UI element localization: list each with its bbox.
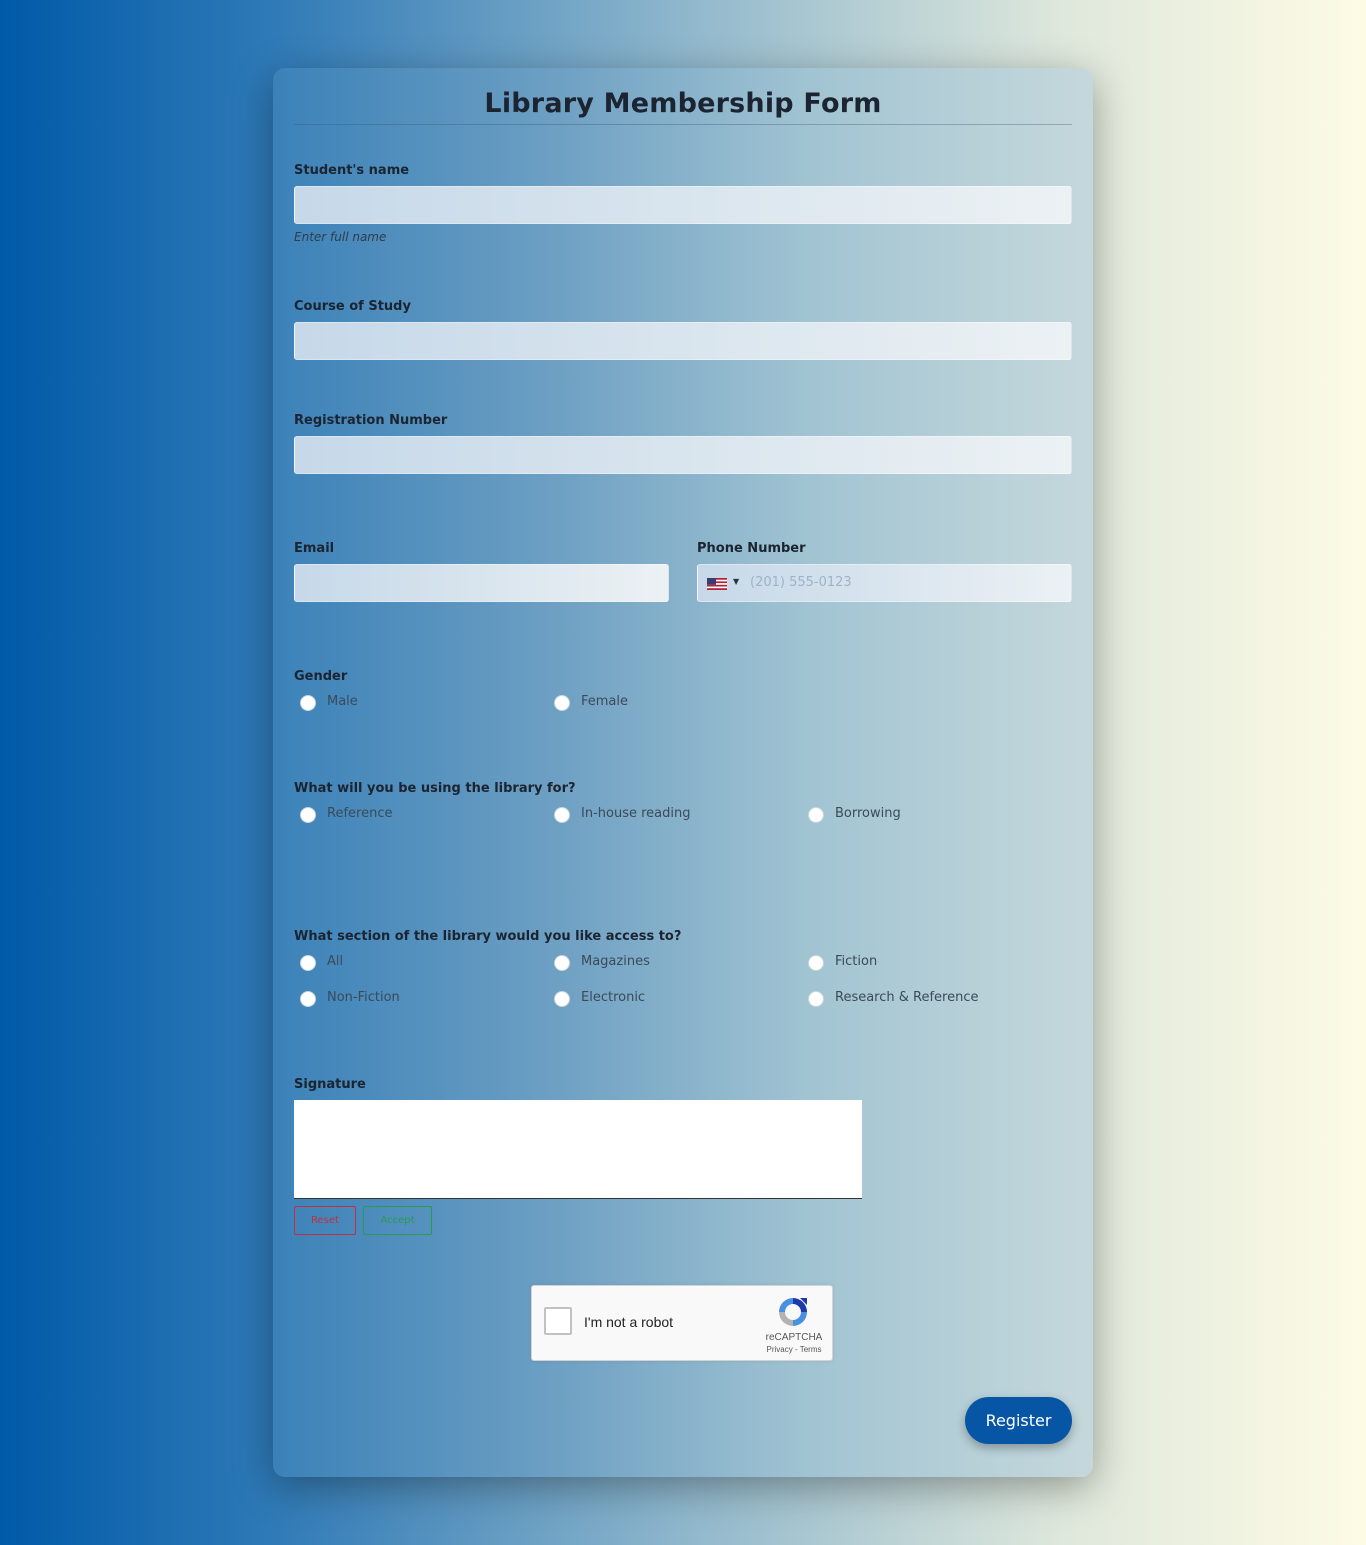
title-divider: [294, 124, 1072, 125]
phone-label: Phone Number: [697, 541, 806, 556]
us-flag-icon[interactable]: [707, 578, 727, 590]
recaptcha-checkbox[interactable]: [544, 1307, 572, 1335]
recaptcha-privacy-link[interactable]: Privacy: [767, 1345, 793, 1354]
usage-borrowing-label: Borrowing: [835, 806, 901, 821]
section-fiction-radio[interactable]: [808, 955, 824, 971]
signature-accept-button[interactable]: Accept: [363, 1206, 432, 1235]
recaptcha-label: I'm not a robot: [584, 1314, 674, 1330]
email-input[interactable]: [294, 564, 669, 602]
section-fiction-label: Fiction: [835, 954, 878, 969]
usage-label: What will you be using the library for?: [294, 781, 576, 796]
gender-female-radio[interactable]: [554, 695, 570, 711]
section-all-label: All: [327, 954, 344, 969]
student-name-label: Student's name: [294, 163, 410, 178]
signature-pad[interactable]: [294, 1100, 862, 1199]
usage-inhouse-radio[interactable]: [554, 807, 570, 823]
usage-inhouse-label: In-house reading: [581, 806, 691, 821]
country-dropdown-caret-icon[interactable]: ▼: [733, 577, 739, 586]
usage-borrowing-radio[interactable]: [808, 807, 824, 823]
section-nonfiction-radio[interactable]: [300, 991, 316, 1007]
gender-male-radio[interactable]: [300, 695, 316, 711]
course-label: Course of Study: [294, 299, 411, 314]
recaptcha-terms-link[interactable]: Terms: [800, 1345, 822, 1354]
signature-reset-button[interactable]: Reset: [294, 1206, 356, 1235]
email-label: Email: [294, 541, 335, 556]
recaptcha-brand: reCAPTCHA: [765, 1332, 823, 1343]
student-name-input[interactable]: [294, 186, 1072, 224]
phone-input[interactable]: ▼ (201) 555-0123: [697, 564, 1072, 602]
recaptcha-widget: I'm not a robot reCAPTCHA Privacy - Term…: [531, 1285, 833, 1361]
section-magazines-radio[interactable]: [554, 955, 570, 971]
student-name-hint: Enter full name: [294, 230, 387, 244]
section-research-label: Research & Reference: [835, 990, 979, 1005]
form-title: Library Membership Form: [484, 88, 882, 119]
signature-label: Signature: [294, 1077, 366, 1092]
section-electronic-label: Electronic: [581, 990, 646, 1005]
register-button[interactable]: Register: [965, 1397, 1072, 1444]
section-label: What section of the library would you li…: [294, 929, 682, 944]
phone-placeholder: (201) 555-0123: [750, 575, 852, 590]
gender-label: Gender: [294, 669, 348, 684]
section-research-radio[interactable]: [808, 991, 824, 1007]
recaptcha-links: Privacy - Terms: [756, 1345, 832, 1354]
section-all-radio[interactable]: [300, 955, 316, 971]
registration-label: Registration Number: [294, 413, 448, 428]
section-electronic-radio[interactable]: [554, 991, 570, 1007]
usage-reference-label: Reference: [327, 806, 393, 821]
recaptcha-logo-icon: [779, 1298, 807, 1326]
section-magazines-label: Magazines: [581, 954, 650, 969]
section-nonfiction-label: Non-Fiction: [327, 990, 400, 1005]
recaptcha-link-separator: -: [792, 1345, 800, 1354]
registration-input[interactable]: [294, 436, 1072, 474]
gender-male-label: Male: [327, 694, 358, 709]
usage-reference-radio[interactable]: [300, 807, 316, 823]
course-input[interactable]: [294, 322, 1072, 360]
form-card: Library Membership Form Student's name E…: [273, 68, 1093, 1477]
gender-female-label: Female: [581, 694, 629, 709]
